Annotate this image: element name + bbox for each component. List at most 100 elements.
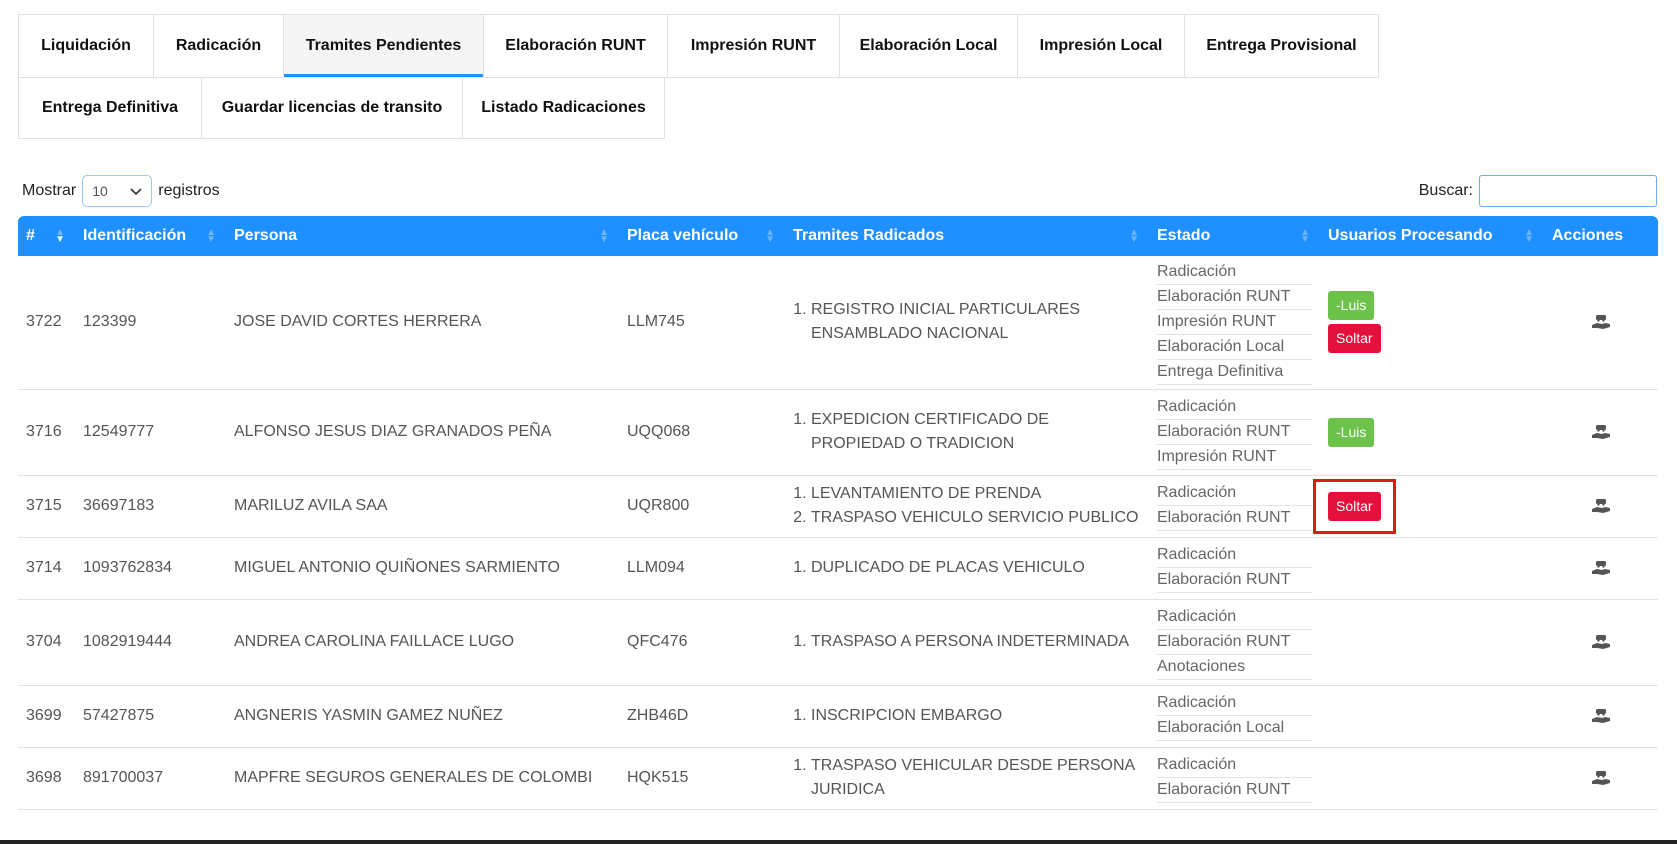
tramite-item: TRASPASO VEHICULAR DESDE PERSONA JURIDIC…	[811, 754, 1141, 802]
soltar-button[interactable]: Soltar	[1328, 324, 1381, 354]
tab-row2-1[interactable]: Entrega Definitiva	[18, 77, 202, 139]
hand-holding-car-icon[interactable]	[1552, 422, 1650, 442]
tab-8[interactable]: Entrega Provisional	[1184, 14, 1379, 78]
tramites-list: DUPLICADO DE PLACAS VEHICULO	[793, 556, 1141, 580]
row-acciones	[1544, 537, 1658, 600]
row-usuarios: Soltar	[1313, 475, 1544, 538]
column-header[interactable]: Usuarios Procesando ▲ ▼	[1320, 216, 1544, 256]
tab-3[interactable]: Tramites Pendientes	[283, 14, 484, 78]
chevron-down-icon	[130, 183, 142, 199]
row-identificacion: 12549777	[75, 389, 226, 476]
tab-2[interactable]: Radicación	[153, 14, 284, 78]
row-estado: Radicación Elaboración Local	[1149, 685, 1320, 748]
column-header-label: Tramites Radicados	[793, 227, 945, 244]
hand-holding-car-icon[interactable]	[1552, 768, 1650, 788]
estado-item: Elaboración RUNT	[1157, 630, 1312, 655]
estado-item: Anotaciones	[1157, 655, 1312, 680]
estado-list: Radicación Elaboración RUNT	[1157, 753, 1312, 803]
soltar-button[interactable]: Soltar	[1328, 491, 1381, 521]
tab-row2-2[interactable]: Guardar licencias de transito	[201, 77, 463, 139]
estado-item: Radicación	[1157, 691, 1312, 716]
tabs-row-2: Entrega Definitiva Guardar licencias de t…	[18, 77, 1478, 139]
row-identificacion: 1082919444	[75, 599, 226, 686]
table-body: 3722 123399 JOSE DAVID CORTES HERRERA LLM74…	[18, 256, 1658, 810]
table-header-row: # ▲ ▼ Identificación ▲ ▼ Persona ▲ ▼ Placa vehícu…	[18, 216, 1658, 256]
estado-item: Elaboración Local	[1157, 335, 1312, 360]
row-tramites: REGISTRO INICIAL PARTICULARES ENSAMBLADO…	[785, 256, 1149, 390]
row-acciones	[1544, 256, 1658, 390]
column-header-label: Persona	[234, 227, 298, 244]
row-usuarios	[1320, 747, 1544, 810]
estado-list: Radicación Elaboración RUNT	[1157, 543, 1312, 593]
tab-7[interactable]: Impresión Local	[1017, 14, 1185, 78]
column-header[interactable]: Identificación ▲ ▼	[75, 216, 226, 256]
tab-5[interactable]: Impresión RUNT	[667, 14, 840, 78]
column-header[interactable]: Estado ▲ ▼	[1149, 216, 1320, 256]
hand-holding-car-icon[interactable]	[1552, 632, 1650, 652]
column-header[interactable]: # ▲ ▼	[18, 216, 75, 256]
column-header[interactable]: Tramites Radicados ▲ ▼	[785, 216, 1149, 256]
row-identificacion: 1093762834	[75, 537, 226, 600]
estado-item: Impresión RUNT	[1157, 310, 1312, 335]
row-usuarios: -Luis Soltar	[1320, 256, 1544, 390]
highlight-box: Soltar	[1313, 478, 1396, 534]
row-id: 3698	[18, 747, 75, 810]
tramites-table-container: # ▲ ▼ Identificación ▲ ▼ Persona ▲ ▼ Placa vehícu…	[18, 216, 1658, 810]
estado-item: Radicación	[1157, 481, 1312, 506]
sort-arrows-icon: ▲ ▼	[55, 227, 65, 245]
estado-list: Radicación Elaboración Local	[1157, 691, 1312, 741]
tabs-nav: Liquidación Radicación Tramites Pendientes…	[18, 14, 1478, 139]
users-processing: -Luis Soltar	[1328, 290, 1536, 354]
estado-list: Radicación Elaboración RUNT Impresión RUNT	[1157, 395, 1312, 470]
column-header[interactable]: Acciones	[1544, 216, 1658, 256]
row-identificacion: 123399	[75, 256, 226, 390]
row-placa: UQQ068	[619, 389, 785, 476]
bottom-edge	[0, 840, 1677, 844]
tab-4[interactable]: Elaboración RUNT	[483, 14, 668, 78]
row-id: 3715	[18, 475, 75, 538]
length-control: Mostrar 10 registros	[22, 175, 220, 207]
hand-holding-car-icon[interactable]	[1552, 312, 1650, 332]
search-label: Buscar:	[1418, 182, 1473, 199]
column-header-label: Identificación	[83, 227, 187, 244]
tramite-item: DUPLICADO DE PLACAS VEHICULO	[811, 556, 1141, 580]
page-length-select[interactable]: 10	[82, 175, 153, 207]
row-id: 3716	[18, 389, 75, 476]
column-header-label: #	[26, 227, 35, 244]
hand-holding-car-icon[interactable]	[1552, 706, 1650, 726]
hand-holding-car-icon[interactable]	[1552, 496, 1650, 516]
row-estado: Radicación Elaboración RUNT	[1149, 747, 1320, 810]
search-input[interactable]	[1479, 175, 1657, 207]
hand-holding-car-icon[interactable]	[1552, 558, 1650, 578]
tab-6[interactable]: Elaboración Local	[839, 14, 1018, 78]
row-placa: LLM745	[619, 256, 785, 390]
tramites-list: EXPEDICION CERTIFICADO DE PROPIEDAD O TR…	[793, 408, 1141, 456]
estado-item: Radicación	[1157, 605, 1312, 630]
row-persona: ALFONSO JESUS DIAZ GRANADOS PEÑA	[226, 389, 619, 476]
row-tramites: INSCRIPCION EMBARGO	[785, 685, 1149, 748]
table-row: 3714 1093762834 MIGUEL ANTONIO QUIÑONES SA…	[18, 537, 1658, 600]
search-control: Buscar:	[1419, 175, 1657, 207]
tramite-item: TRASPASO VEHICULO SERVICIO PUBLICO	[811, 506, 1141, 530]
row-tramites: DUPLICADO DE PLACAS VEHICULO	[785, 537, 1149, 600]
row-tramites: TRASPASO A PERSONA INDETERMINADA	[785, 599, 1149, 686]
column-header[interactable]: Placa vehículo ▲ ▼	[619, 216, 785, 256]
tab-1[interactable]: Liquidación	[18, 14, 154, 78]
tab-row2-3[interactable]: Listado Radicaciones	[462, 77, 665, 139]
row-estado: Radicación Elaboración RUNT	[1149, 475, 1320, 538]
column-header-label: Usuarios Procesando	[1328, 227, 1493, 244]
tramites-list: TRASPASO A PERSONA INDETERMINADA	[793, 630, 1141, 654]
row-tramites: EXPEDICION CERTIFICADO DE PROPIEDAD O TR…	[785, 389, 1149, 476]
users-processing: -Luis	[1328, 417, 1536, 448]
row-estado: Radicación Elaboración RUNT Anotaciones	[1149, 599, 1320, 686]
row-tramites: TRASPASO VEHICULAR DESDE PERSONA JURIDIC…	[785, 747, 1149, 810]
column-header[interactable]: Persona ▲ ▼	[226, 216, 619, 256]
estado-item: Radicación	[1157, 260, 1312, 285]
row-persona: MAPFRE SEGUROS GENERALES DE COLOMBI	[226, 747, 619, 810]
tramite-item: EXPEDICION CERTIFICADO DE PROPIEDAD O TR…	[811, 408, 1141, 456]
user-badge: -Luis	[1328, 417, 1375, 447]
row-persona: ANDREA CAROLINA FAILLACE LUGO	[226, 599, 619, 686]
estado-item: Radicación	[1157, 395, 1312, 420]
row-id: 3714	[18, 537, 75, 600]
row-identificacion: 57427875	[75, 685, 226, 748]
